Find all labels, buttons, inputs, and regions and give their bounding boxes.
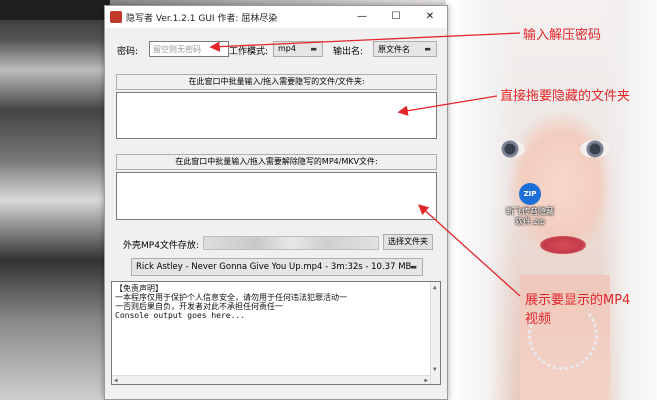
maximize-icon: ☐ (391, 11, 401, 22)
console-output[interactable]: 【免责声明】 一本程序仅用于保护个人信息安全，请勿用于任何违法犯罪活动一 一否则… (111, 281, 441, 385)
app-icon (110, 11, 122, 23)
extract-files-drop-area[interactable] (116, 172, 437, 220)
scroll-up-icon[interactable]: ▲ (433, 283, 437, 292)
chevron-down-icon: ▬ (310, 45, 317, 53)
password-label: 密码: (117, 47, 139, 57)
zip-file-icon: ZIP (519, 183, 541, 205)
mode-label: 工作模式: (229, 47, 269, 57)
hide-files-drop-area[interactable] (116, 92, 437, 139)
minimize-icon: — (357, 11, 367, 22)
annotation-password: 输入解压密码 (523, 28, 602, 43)
output-name-label: 输出名: (333, 47, 364, 57)
mode-select[interactable]: mp4 ▬ (273, 41, 323, 57)
annotation-drag-files: 直接拖要隐藏的文件夹 (500, 89, 631, 104)
console-line: 【免责声明】 (115, 284, 163, 293)
scroll-left-icon[interactable]: ◀ (114, 376, 118, 384)
extract-drop-title: 在此窗口中批量输入/拖入需要解除隐写的MP4/MKV文件: (116, 154, 437, 170)
shell-folder-label: 外壳MP4文件存放: (123, 241, 199, 251)
shell-folder-path-input[interactable] (203, 236, 379, 250)
wallpaper-eye-right (580, 140, 610, 158)
console-horizontal-scrollbar[interactable]: ◀ ▶ (112, 375, 430, 384)
output-name-select[interactable]: 原文件名 ▬ (373, 41, 437, 57)
desktop-icon-label: 断飞传音隐藏 软件.zip (506, 207, 554, 226)
password-input[interactable]: 留空则无密码 (149, 41, 229, 57)
wallpaper-eye-left (495, 140, 525, 158)
title-bar[interactable]: 隐写者 Ver.1.2.1 GUI 作者: 屈林尽染 — ☐ ✕ (105, 6, 447, 28)
output-name-select-value: 原文件名 (378, 45, 410, 54)
console-line: 一否则后果自负，开发者对此不承担任何责任一 (115, 302, 283, 311)
mode-select-value: mp4 (278, 44, 296, 53)
wallpaper-lips (540, 236, 586, 254)
chevron-down-icon: ▬ (410, 263, 417, 271)
cover-video-select-value: Rick Astley - Never Gonna Give You Up.mp… (136, 262, 412, 272)
close-icon: ✕ (425, 11, 435, 22)
close-button[interactable]: ✕ (413, 6, 447, 28)
window-title: 隐写者 Ver.1.2.1 GUI 作者: 屈林尽染 (126, 14, 278, 24)
scroll-down-icon[interactable]: ▼ (433, 365, 437, 374)
minimize-button[interactable]: — (345, 6, 379, 28)
maximize-button[interactable]: ☐ (379, 6, 413, 28)
hide-drop-title: 在此窗口中批量输入/拖入需要隐写的文件/文件夹: (116, 74, 437, 90)
app-window: 隐写者 Ver.1.2.1 GUI 作者: 屈林尽染 — ☐ ✕ 密码: 留空则… (104, 5, 448, 400)
scroll-right-icon[interactable]: ▶ (424, 376, 428, 384)
console-line: 一本程序仅用于保护个人信息安全，请勿用于任何违法犯罪活动一 (115, 293, 347, 302)
annotation-mp4-line1: 展示要显示的MP4 (525, 293, 631, 308)
browse-folder-button[interactable]: 选择文件夹 (383, 234, 433, 250)
chevron-down-icon: ▬ (424, 45, 431, 53)
console-vertical-scrollbar[interactable]: ▲ ▼ (430, 282, 440, 384)
desktop-zip-file[interactable]: ZIP 断飞传音隐藏 软件.zip (500, 183, 560, 227)
desktop-background-left (0, 0, 110, 400)
cover-video-select[interactable]: Rick Astley - Never Gonna Give You Up.mp… (131, 258, 423, 276)
annotation-mp4-line2: 视频 (525, 312, 552, 327)
console-line: Console output goes here... (115, 311, 246, 320)
